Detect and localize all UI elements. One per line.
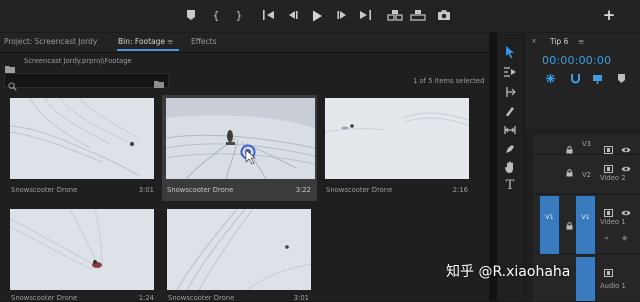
linked-selection-icon[interactable] — [592, 69, 603, 88]
overwrite-icon[interactable] — [410, 9, 426, 23]
clip-thumbnail-selected[interactable] — [166, 98, 315, 179]
track-name-audio-1: Audio 1 — [600, 282, 626, 290]
track-label-v1[interactable]: V1 — [576, 196, 595, 254]
clip-duration: 2:16 — [452, 186, 468, 194]
transport-bar: { } + — [0, 0, 640, 32]
tab-effects[interactable]: Effects — [191, 37, 217, 47]
keyframe-nav-icon[interactable]: ◂ — [604, 234, 608, 242]
clip-thumbnail[interactable] — [10, 98, 154, 179]
clip-name: Snowscooter Drone — [326, 186, 393, 194]
nest-toggle-icon[interactable] — [545, 69, 556, 88]
bin-path-row: Screencast Jordy.prproj\Footage — [0, 53, 489, 73]
search-input[interactable] — [4, 73, 169, 91]
type-tool-icon[interactable]: T — [503, 179, 517, 193]
eye-icon[interactable] — [621, 139, 631, 158]
marker-icon[interactable] — [185, 9, 197, 23]
tab-project[interactable]: Project: Screencast Jordy — [4, 37, 97, 47]
clip-thumbnail[interactable] — [167, 209, 311, 290]
items-selected-count: 1 of 5 items selected — [413, 77, 485, 85]
mark-in-button[interactable]: { — [210, 9, 222, 23]
keyframe-add-icon[interactable]: ◆ — [622, 234, 627, 242]
step-forward-icon[interactable] — [336, 9, 348, 23]
source-patch-v1[interactable]: V1 — [540, 196, 559, 254]
clip-name: Snowscooter Drone — [11, 186, 78, 194]
search-icon — [8, 76, 17, 95]
watermark: 知乎 @R.xiaohaha — [446, 264, 571, 280]
razor-tool-icon[interactable] — [503, 105, 517, 119]
timeline-close-icon[interactable]: × — [531, 37, 537, 45]
new-bin-icon[interactable] — [154, 74, 164, 93]
clip-name: Snowscooter Drone — [167, 186, 234, 194]
tab-bin-footage[interactable]: Bin: Footage — [118, 37, 165, 47]
track-label-v2: V2 — [582, 171, 591, 179]
selection-tool-icon[interactable] — [503, 45, 517, 59]
active-tab-underline — [117, 49, 179, 51]
camera-icon[interactable] — [437, 9, 451, 23]
bin-menu-icon[interactable]: ≡ — [167, 37, 173, 47]
add-marker-icon[interactable] — [617, 69, 626, 88]
clip-thumbnail[interactable] — [325, 98, 469, 179]
goto-out-icon[interactable] — [358, 9, 372, 23]
sync-lock-icon[interactable] — [604, 139, 613, 158]
lock-icon[interactable] — [566, 215, 573, 234]
track-label-a1[interactable] — [576, 257, 595, 301]
track-label-v3: V3 — [582, 140, 591, 148]
hand-tool-icon[interactable] — [503, 161, 517, 175]
lock-icon[interactable] — [566, 162, 573, 181]
clip-duration: 3:01 — [138, 186, 154, 194]
add-button[interactable]: + — [602, 8, 616, 23]
tab-sequence[interactable]: Tip 6 — [550, 37, 568, 46]
slip-tool-icon[interactable] — [503, 124, 517, 138]
goto-in-icon[interactable] — [262, 9, 276, 23]
play-icon[interactable] — [310, 9, 324, 23]
track-select-tool-icon[interactable] — [503, 66, 517, 80]
playhead-timecode[interactable]: 00:00:00:00 — [542, 54, 611, 67]
track-name-video-1: Video 1 — [600, 218, 626, 226]
insert-icon[interactable] — [387, 9, 403, 23]
track-name-video-2: Video 2 — [600, 174, 626, 182]
clip-thumbnail[interactable] — [10, 209, 154, 290]
clip-duration: 3:22 — [295, 186, 311, 194]
ripple-edit-tool-icon[interactable] — [503, 86, 517, 100]
snap-icon[interactable] — [570, 69, 581, 88]
pen-tool-icon[interactable] — [503, 143, 517, 157]
timeline-menu-icon[interactable]: ≡ — [578, 37, 584, 46]
step-back-icon[interactable] — [287, 9, 299, 23]
sync-lock-icon[interactable] — [604, 262, 613, 281]
bin-path: Screencast Jordy.prproj\Footage — [24, 57, 132, 65]
lock-icon[interactable] — [566, 139, 573, 158]
mark-out-button[interactable]: } — [233, 9, 245, 23]
